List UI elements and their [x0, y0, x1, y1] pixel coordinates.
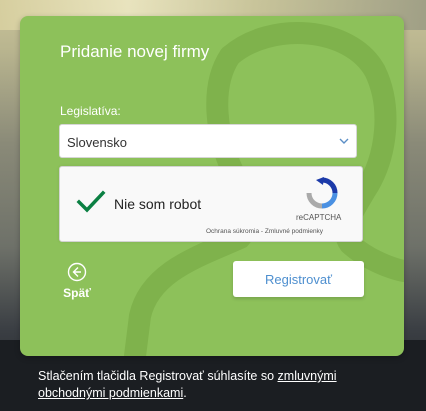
terms-notice: Stlačením tlačidla Registrovať súhlasíte…: [38, 368, 398, 402]
back-button-label: Späť: [63, 286, 91, 300]
recaptcha-links: Ochrana súkromia - Zmluvné podmienky: [206, 228, 323, 235]
arrow-left-circle-icon: [67, 262, 87, 282]
back-button[interactable]: Späť: [60, 262, 94, 306]
recaptcha-widget: Nie som robot reCAPTCHA Ochrana súkromia…: [59, 166, 363, 242]
recaptcha-logo-icon: [306, 177, 338, 209]
terms-link[interactable]: Zmluvné podmienky: [265, 228, 323, 235]
page-title: Pridanie novej firmy: [60, 42, 210, 61]
captcha-checkbox-label: Nie som robot: [114, 196, 202, 212]
register-button[interactable]: Registrovať: [233, 261, 364, 297]
legislation-select[interactable]: Slovensko: [59, 124, 357, 158]
legislation-label: Legislatíva:: [60, 104, 121, 118]
terms-notice-text: Stlačením tlačidla Registrovať súhlasíte…: [38, 369, 278, 383]
terms-notice-end: .: [183, 386, 187, 400]
recaptcha-brand: reCAPTCHA: [296, 213, 342, 222]
registration-card: Pridanie novej firmy Legislatíva: Sloven…: [20, 16, 404, 356]
privacy-link[interactable]: Ochrana súkromia: [206, 228, 259, 235]
checkmark-icon[interactable]: [76, 189, 106, 215]
chevron-down-icon: [339, 138, 349, 144]
legislation-select-value: Slovensko: [67, 135, 127, 150]
